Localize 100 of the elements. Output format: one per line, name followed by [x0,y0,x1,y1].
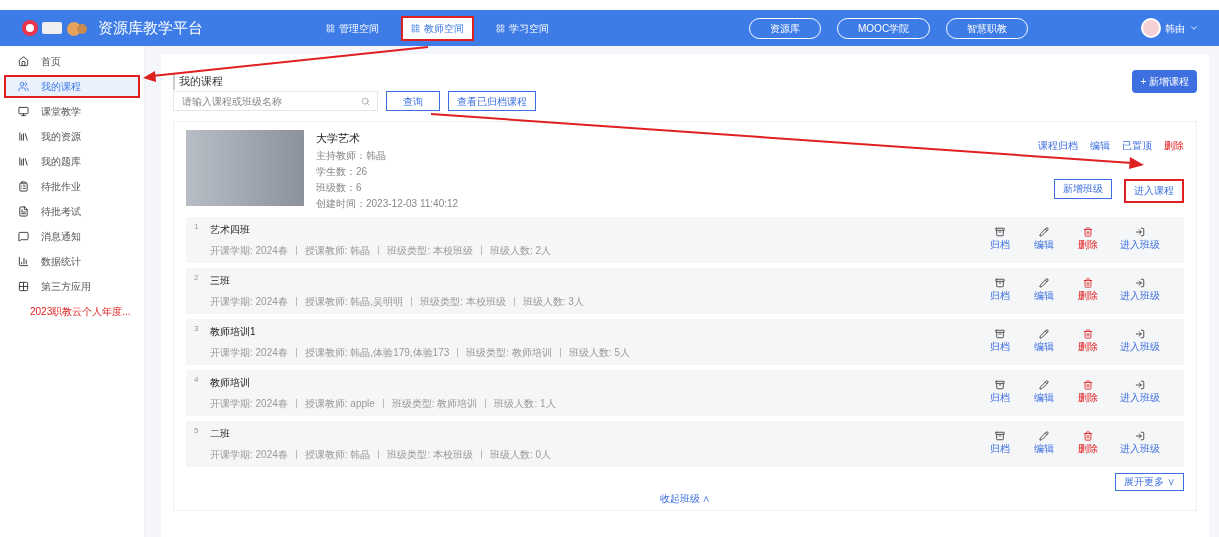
class-action-button[interactable]: 编辑 [1032,278,1056,303]
pencil-icon [1039,227,1049,237]
class-action-button[interactable]: 进入班级 [1120,431,1160,456]
enter-icon [1135,431,1145,441]
class-index: 3 [194,322,200,335]
sidebar-item[interactable]: 首页 [4,50,140,73]
show-more-button[interactable]: 展开更多 ∨ [1115,472,1184,491]
menu-item-icon [18,256,29,267]
pencil-icon [1039,431,1049,441]
trash-icon [1083,329,1093,339]
archived-courses-button[interactable]: 查看已归档课程 [448,91,536,111]
archive-icon [995,227,1005,237]
query-button[interactable]: 查询 [386,91,440,111]
class-meta: 班级人数: 5人 [568,345,630,360]
menu-item-icon [18,181,29,192]
pencil-icon [1039,278,1049,288]
enter-icon [1135,329,1145,339]
class-action-button[interactable]: 归档 [988,227,1012,252]
sidebar-item[interactable]: 2023职教云个人年度... [4,300,140,323]
menu-item-icon [18,56,29,67]
class-action-button[interactable]: 归档 [988,329,1012,354]
page-title: 我的课程 [173,73,223,90]
class-action-button[interactable]: 归档 [988,278,1012,303]
avatar[interactable] [1141,18,1161,38]
class-index: 1 [194,220,200,233]
class-action-button[interactable]: 编辑 [1032,431,1056,456]
chevron-down-icon[interactable] [1189,23,1199,33]
course-action-link[interactable]: 已置顶 [1122,138,1152,153]
class-meta: 授课教师: apple [304,396,375,411]
class-name: 三班 [210,273,231,288]
enter-icon [1135,227,1145,237]
logo-icon [20,17,90,39]
course-info: 班级数：6 [316,180,363,195]
trash-icon [1083,431,1093,441]
class-action-button[interactable]: 删除 [1076,278,1100,303]
class-meta: 班级类型: 教师培训 [391,396,478,411]
sidebar-item[interactable]: 消息通知 [4,225,140,248]
sidebar-item[interactable]: 数据统计 [4,250,140,273]
space-tab[interactable]: 教师空间 [401,15,474,41]
course-action-link[interactable]: 删除 [1164,138,1184,153]
class-name: 二班 [210,426,231,441]
grid-icon [496,23,505,33]
class-action-button[interactable]: 编辑 [1032,329,1056,354]
class-meta: 班级类型: 本校班级 [420,294,506,309]
class-action-button[interactable]: 删除 [1076,227,1100,252]
class-action-button[interactable]: 进入班级 [1120,329,1160,354]
user-name[interactable]: 韩由 [1165,20,1185,36]
class-meta: 开课学期: 2024春 [210,243,288,258]
menu-item-icon [18,231,29,242]
search-icon [361,97,370,106]
class-meta: 开课学期: 2024春 [210,396,288,411]
space-tab[interactable]: 学习空间 [486,15,559,41]
class-meta: 班级人数: 2人 [489,243,552,258]
course-info: 创建时间：2023-12-03 11:40:12 [316,196,459,211]
class-action-button[interactable]: 编辑 [1032,227,1056,252]
class-action-button[interactable]: 删除 [1076,431,1100,456]
pencil-icon [1039,380,1049,390]
class-action-button[interactable]: 进入班级 [1120,278,1160,303]
class-action-button[interactable]: 归档 [988,431,1012,456]
archive-icon [995,278,1005,288]
class-meta: 班级人数: 0人 [489,447,552,462]
menu-item-icon [18,281,29,292]
class-name: 教师培训 [210,375,251,390]
class-action-button[interactable]: 归档 [988,380,1012,405]
add-class-button[interactable]: 新增班级 [1054,178,1112,199]
sidebar-item[interactable]: 我的课程 [4,75,140,98]
class-meta: 开课学期: 2024春 [210,447,288,462]
class-name: 艺术四班 [210,222,251,237]
enter-course-button[interactable]: 进入课程 [1124,178,1184,203]
class-action-button[interactable]: 进入班级 [1120,380,1160,405]
menu-item-icon [18,206,29,217]
class-action-button[interactable]: 编辑 [1032,380,1056,405]
course-info: 学生数：26 [316,164,369,179]
course-info: 主持教师：韩晶 [316,148,387,163]
sidebar-item[interactable]: 我的资源 [4,125,140,148]
trash-icon [1083,278,1093,288]
sidebar-item[interactable]: 待批考试 [4,200,140,223]
menu-item-icon [18,131,29,142]
enter-icon [1135,380,1145,390]
archive-icon [995,380,1005,390]
class-action-button[interactable]: 进入班级 [1120,227,1160,252]
search-field[interactable]: 请输入课程或班级名称 [173,91,378,111]
class-action-button[interactable]: 删除 [1076,380,1100,405]
archive-icon [995,329,1005,339]
collapse-classes-link[interactable]: 收起班级 ∧ [659,490,711,506]
new-course-button[interactable]: + 新增课程 [1132,70,1197,93]
grid-icon [326,23,335,33]
class-action-button[interactable]: 删除 [1076,329,1100,354]
menu-item-icon [18,81,29,92]
sidebar-item[interactable]: 第三方应用 [4,275,140,298]
sidebar-item[interactable]: 待批作业 [4,175,140,198]
class-meta: 班级类型: 本校班级 [387,243,473,258]
trash-icon [1083,227,1093,237]
menu-item-icon [18,156,29,167]
course-action-link[interactable]: 课程归档 [1038,138,1078,153]
grid-icon [411,23,420,33]
space-tab[interactable]: 管理空间 [316,15,389,41]
sidebar-item[interactable]: 我的题库 [4,150,140,173]
course-action-link[interactable]: 编辑 [1090,138,1110,153]
sidebar-item[interactable]: 课堂教学 [4,100,140,123]
